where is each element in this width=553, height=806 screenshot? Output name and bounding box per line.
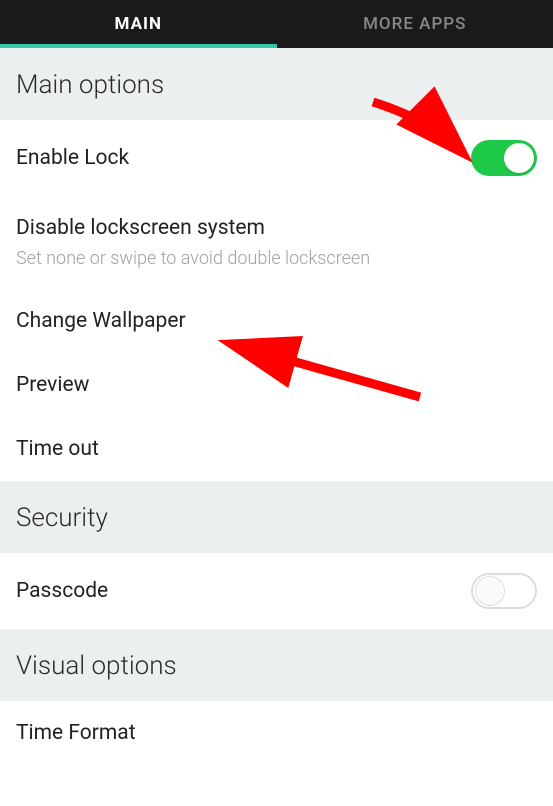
section-header-visual: Visual options [0, 629, 553, 701]
time-out-row[interactable]: Time out [0, 417, 553, 481]
passcode-label: Passcode [16, 579, 108, 603]
enable-lock-row[interactable]: Enable Lock [0, 120, 553, 196]
tab-main-label: MAIN [115, 14, 162, 34]
disable-lockscreen-label: Disable lockscreen system [16, 216, 537, 240]
time-format-row[interactable]: Time Format [0, 701, 553, 765]
preview-label: Preview [16, 373, 89, 397]
tab-bar: MAIN MORE APPS [0, 0, 553, 48]
change-wallpaper-label: Change Wallpaper [16, 309, 186, 333]
preview-row[interactable]: Preview [0, 353, 553, 417]
time-format-label: Time Format [16, 721, 136, 745]
disable-lockscreen-sub: Set none or swipe to avoid double locksc… [16, 248, 537, 269]
tab-main[interactable]: MAIN [0, 0, 277, 48]
toggle-knob [475, 576, 505, 606]
passcode-row[interactable]: Passcode [0, 553, 553, 629]
enable-lock-label: Enable Lock [16, 146, 129, 170]
change-wallpaper-row[interactable]: Change Wallpaper [0, 289, 553, 353]
passcode-toggle[interactable] [471, 573, 537, 609]
section-header-main-options: Main options [0, 48, 553, 120]
tab-more-apps[interactable]: MORE APPS [277, 0, 553, 48]
section-header-security: Security [0, 481, 553, 553]
tab-more-apps-label: MORE APPS [363, 14, 466, 34]
time-out-label: Time out [16, 437, 99, 461]
enable-lock-toggle[interactable] [471, 140, 537, 176]
toggle-knob [504, 143, 534, 173]
disable-lockscreen-row[interactable]: Disable lockscreen system Set none or sw… [0, 196, 553, 289]
